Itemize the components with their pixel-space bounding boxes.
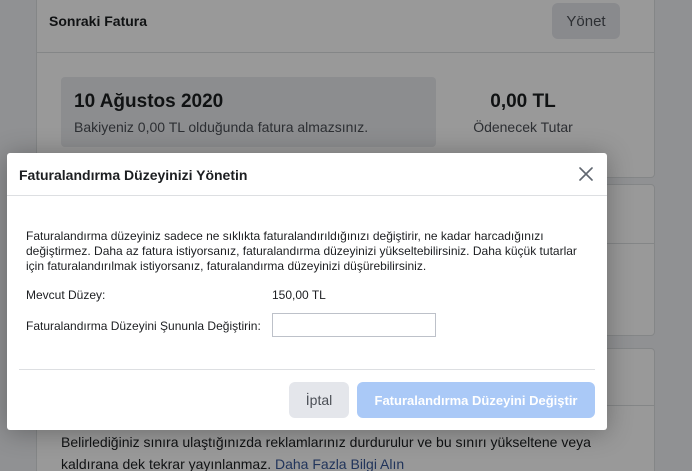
cancel-button[interactable]: İptal [289, 382, 349, 418]
current-level-label: Mevcut Düzey: [26, 288, 106, 302]
dialog-title: Faturalandırma Düzeyinizi Yönetin [19, 167, 248, 183]
close-icon[interactable] [575, 163, 597, 185]
current-level-value: 150,00 TL [272, 288, 326, 302]
dialog-header: Faturalandırma Düzeyinizi Yönetin [7, 153, 607, 196]
close-icon-glyph [579, 167, 593, 181]
change-level-button[interactable]: Faturalandırma Düzeyini Değiştir [357, 382, 595, 418]
new-level-input[interactable] [272, 313, 436, 337]
change-level-label: Faturalandırma Düzeyini Şununla Değiştir… [26, 319, 261, 333]
dialog-footer-divider [19, 369, 595, 370]
dialog-body: Faturalandırma düzeyiniz sadece ne sıklı… [26, 229, 592, 337]
billing-threshold-dialog: Faturalandırma Düzeyinizi Yönetin Fatura… [7, 153, 607, 430]
dialog-description: Faturalandırma düzeyiniz sadece ne sıklı… [26, 229, 577, 273]
